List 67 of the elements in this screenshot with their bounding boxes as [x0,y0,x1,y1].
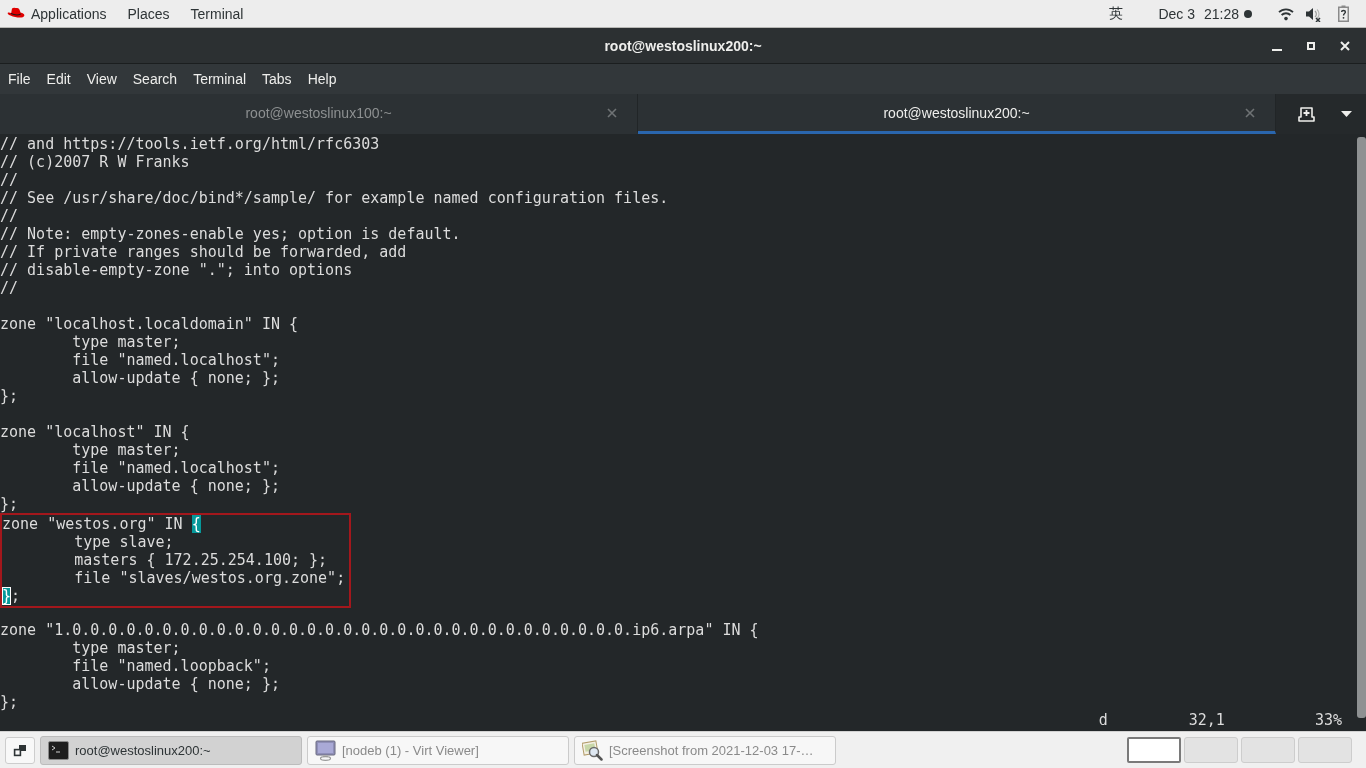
input-method-indicator[interactable]: 英 [1109,4,1124,23]
code-line: file "named.loopback"; [72,657,271,675]
notification-dot-icon [1244,9,1252,18]
code-line: // and https://tools.ietf.org/html/rfc6303 [0,135,380,153]
panel-menu[interactable]: Terminal [190,5,244,22]
code-line: zone "1.0.0.0.0.0.0.0.0.0.0.0.0.0.0.0.0.0.0.0.0.0.0.0.0.0.0.0.0.0.0.0.ip6.arpa" IN { [0,621,759,639]
new-tab-icon[interactable] [1298,106,1315,122]
menu-item[interactable]: Tabs [254,71,300,87]
menu-item[interactable]: Terminal [185,71,255,87]
window-title: root@westoslinux200:~ [604,37,762,54]
battery-unknown-icon[interactable] [1338,5,1349,22]
workspace-thumbnail[interactable] [1298,737,1352,763]
code-line: zone "localhost" IN { [0,423,190,441]
code-line: type master; [72,441,181,459]
code-line: type master; [72,639,181,657]
code-line: // [0,171,19,189]
code-line: zone "localhost.localdomain" IN { [0,315,298,333]
date-label[interactable]: Dec 3 [1158,5,1195,22]
code-line: file "named.localhost"; [72,459,280,477]
code-line: masters { 172.25.254.100; }; [74,551,328,569]
terminal-icon [48,739,69,761]
code-line: // [0,279,19,297]
code-line: // disable-empty-zone "."; into options [0,261,353,279]
caret-down-icon[interactable] [1341,111,1352,117]
panel-menu[interactable]: Applications [31,5,107,22]
menu-item[interactable]: Search [124,71,186,87]
workspace-thumbnail[interactable] [1241,737,1295,763]
menu-item[interactable]: Edit [38,71,79,87]
code-line: file "named.localhost"; [72,351,280,369]
code-line: type master; [72,333,181,351]
scrollbar-thumb[interactable] [1357,137,1366,718]
code-line: allow-update { none; }; [72,675,280,693]
code-line: ; [11,587,21,605]
code-line: }; [0,693,19,711]
code-line: type slave; [74,533,174,551]
workspace-thumbnail[interactable] [1184,737,1238,763]
code-line: }; [0,387,19,405]
menu-item[interactable]: View [78,71,125,87]
code-line: allow-update { none; }; [72,369,280,387]
cursor-position: 32,1 [1188,711,1225,729]
volume-muted-icon[interactable] [1305,5,1321,22]
code-line: file "slaves/westos.org.zone"; [74,569,346,587]
code-line: }; [0,495,19,513]
text-cursor: } [2,587,12,605]
code-line: // See /usr/share/doc/bind*/sample/ for example named configuration files. [0,189,669,207]
command-indicator: d [1098,711,1108,729]
workspace-thumbnail[interactable] [1127,737,1181,763]
menu-item[interactable]: Help [299,71,345,87]
image-magnifier-icon [582,739,603,761]
clock-label[interactable]: 21:28 [1203,5,1239,22]
menu-item[interactable]: File [0,71,39,87]
code-line: allow-update { none; }; [72,477,280,495]
code-line: // [0,207,19,225]
panel-menu[interactable]: Places [127,5,170,22]
code-line: // If private ranges should be forwarded, add [0,243,407,261]
stacked-squares-icon [13,743,27,757]
bracket-highlight: { [191,515,201,533]
code-line: // (c)2007 R W Franks [0,153,190,171]
show-desktop-button[interactable] [5,736,35,764]
monitor-icon [315,739,336,761]
code-line: zone "westos.org" IN [2,515,184,533]
maximize-icon[interactable] [1305,39,1317,52]
taskbar-button[interactable]: root@westoslinux200:~ [40,735,302,765]
scroll-percent: 33% [1314,711,1342,729]
wifi-icon[interactable] [1278,6,1294,21]
code-line: // Note: empty-zones-enable yes; option is default. [0,225,461,243]
hat-icon[interactable] [7,6,25,21]
